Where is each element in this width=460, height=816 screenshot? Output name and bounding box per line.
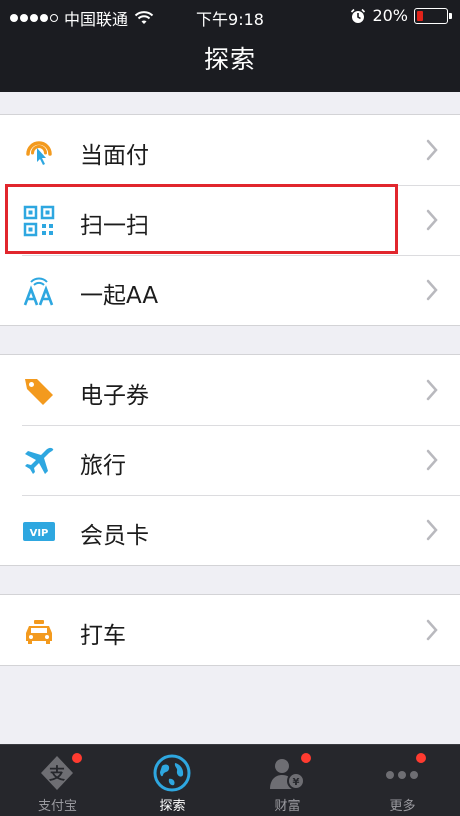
- menu-item-label: 当面付: [80, 143, 149, 169]
- menu-item-label: 打车: [80, 623, 126, 649]
- notification-badge: [416, 753, 426, 763]
- tab-label: 探索: [159, 799, 186, 814]
- menu-item-coupons[interactable]: 电子券: [0, 355, 460, 425]
- menu-item-vip-card[interactable]: VIP 会员卡: [0, 495, 460, 565]
- chevron-right-icon: [426, 209, 438, 231]
- taxi-icon: [26, 620, 52, 644]
- tab-label: 财富: [274, 799, 301, 814]
- menu-group-payments: 当面付 扫一扫 一起AA: [0, 114, 460, 326]
- tab-label: 更多: [389, 799, 416, 814]
- menu-group-services: 电子券 旅行 VIP 会员卡: [0, 354, 460, 566]
- svg-text:VIP: VIP: [30, 528, 49, 539]
- qr-scan-icon: [23, 205, 55, 237]
- notification-badge: [301, 753, 311, 763]
- alipay-icon: 支: [41, 756, 73, 790]
- header: 中国联通 下午9:18 20% 探索: [0, 0, 460, 92]
- menu-item-label: 电子券: [80, 383, 149, 409]
- battery-percent: 20%: [372, 6, 408, 25]
- vip-card-icon: VIP: [23, 522, 55, 541]
- alipay-explore-screen: 中国联通 下午9:18 20% 探索 当面付 扫一扫 一起AA 电子券 旅行 V…: [0, 0, 460, 816]
- menu-item-face-to-face-pay[interactable]: 当面付: [0, 115, 460, 185]
- chevron-right-icon: [426, 449, 438, 471]
- menu-item-label: 一起AA: [80, 283, 159, 309]
- face-to-face-pay-icon: [26, 141, 52, 165]
- chevron-right-icon: [426, 519, 438, 541]
- coupon-tag-icon: [25, 379, 53, 405]
- battery-icon: [414, 7, 452, 24]
- status-bar: 中国联通 下午9:18 20%: [0, 0, 460, 32]
- tab-more[interactable]: 更多: [345, 745, 460, 816]
- explore-globe-icon: [153, 754, 191, 792]
- menu-item-travel[interactable]: 旅行: [0, 425, 460, 495]
- chevron-right-icon: [426, 619, 438, 641]
- alarm-clock-icon: [351, 8, 366, 23]
- page-title: 探索: [203, 45, 256, 74]
- tab-explore[interactable]: 探索: [115, 745, 230, 816]
- chevron-right-icon: [426, 379, 438, 401]
- tab-label: 支付宝: [37, 799, 77, 814]
- tab-alipay[interactable]: 支 支付宝: [0, 745, 115, 816]
- menu-item-label: 会员卡: [80, 523, 149, 549]
- menu-group-transport: 打车: [0, 594, 460, 666]
- menu-item-scan[interactable]: 扫一扫: [0, 185, 460, 255]
- tab-bar: 支 支付宝 探索 ¥ 财富 更多: [0, 744, 460, 816]
- chevron-right-icon: [426, 279, 438, 301]
- menu-item-label: 扫一扫: [80, 213, 149, 239]
- notification-badge: [72, 753, 82, 763]
- menu-item-label: 旅行: [80, 453, 126, 479]
- tab-wealth[interactable]: ¥ 财富: [230, 745, 345, 816]
- menu-item-split-bill[interactable]: 一起AA: [0, 255, 460, 325]
- airplane-icon: [25, 447, 54, 474]
- svg-text:支: 支: [48, 764, 66, 783]
- menu-item-taxi[interactable]: 打车: [0, 595, 460, 665]
- chevron-right-icon: [426, 139, 438, 161]
- svg-text:¥: ¥: [293, 777, 300, 788]
- split-bill-aa-icon: [23, 277, 54, 306]
